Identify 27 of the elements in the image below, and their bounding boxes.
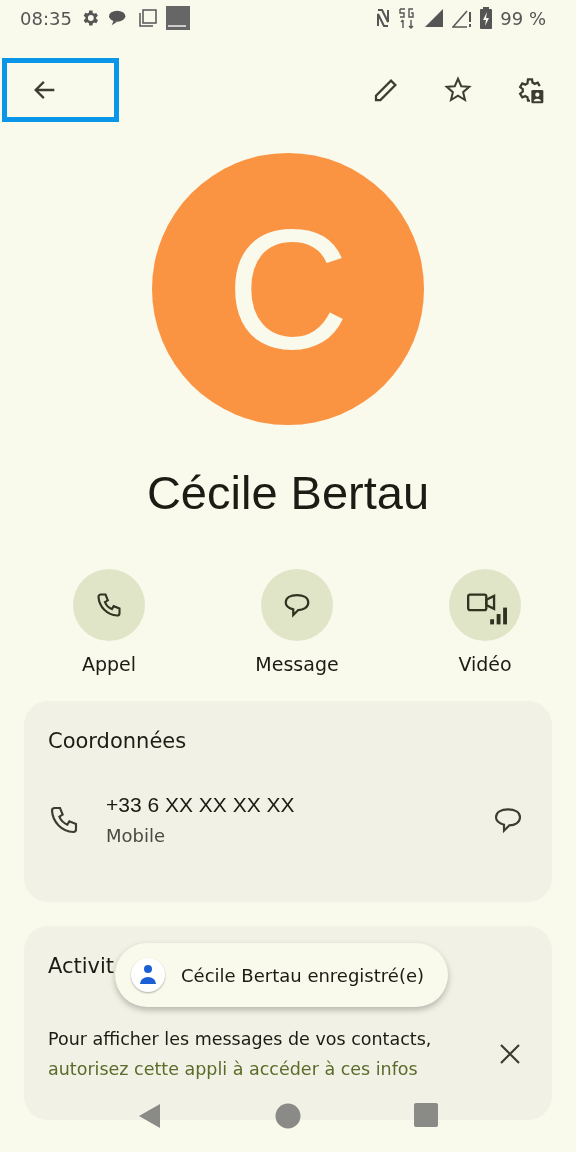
signal-alert-icon <box>452 8 473 28</box>
phone-number[interactable]: +33 6 XX XX XX XX <box>106 793 295 817</box>
contact-avatar: C <box>152 153 424 425</box>
network-5g-icon <box>398 7 417 29</box>
status-time: 08:35 <box>20 7 72 29</box>
phone-icon <box>95 591 123 619</box>
carrier-logo-icon <box>165 6 190 30</box>
section-title: Coordonnées <box>48 729 187 753</box>
action-label: Appel <box>81 653 137 675</box>
phone-type: Mobile <box>106 825 166 846</box>
back-button[interactable] <box>2 58 119 122</box>
section-title: Activit <box>48 954 115 978</box>
action-label: Message <box>255 653 339 675</box>
copy-icon <box>137 8 158 28</box>
contact-icon <box>131 958 165 992</box>
permission-notice: Pour afficher les messages de vos contacts, autorisez cette appli à accéder à ces infos <box>48 1028 433 1081</box>
battery-level: 99 % <box>500 7 546 29</box>
contact-name: Cécile Bertau <box>145 465 431 521</box>
permission-link[interactable]: autorisez cette appli à accéder à ces infos <box>48 1059 418 1079</box>
nfc-icon <box>376 8 391 28</box>
close-icon <box>499 1043 521 1065</box>
back-nav-icon[interactable] <box>138 1103 162 1129</box>
toast-message: Cécile Bertau enregistré(e) <box>181 964 424 986</box>
home-nav-icon[interactable] <box>275 1103 301 1129</box>
signal-icon <box>424 8 445 28</box>
battery-charging-icon <box>480 7 493 29</box>
action-label: Vidéo <box>458 653 512 675</box>
